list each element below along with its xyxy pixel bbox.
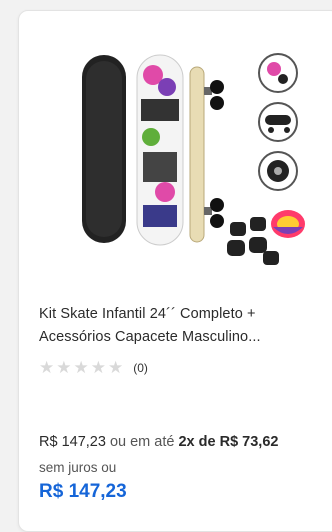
product-title-line-1: Kit Skate Infantil 24´´ Completo + bbox=[39, 306, 256, 322]
skateboard-top-image bbox=[136, 54, 184, 246]
star-icon: ★ bbox=[56, 358, 72, 377]
helmet-image bbox=[271, 210, 305, 238]
star-icon: ★ bbox=[73, 358, 89, 377]
cash-price: R$ 147,23 bbox=[39, 481, 127, 502]
skateboard-bottom-image bbox=[82, 55, 126, 243]
installment-suffix: sem juros ou bbox=[39, 460, 117, 475]
installment-price-line: R$ 147,23 ou em até 2x de R$ 73,62 bbox=[39, 434, 278, 450]
star-icon: ★ bbox=[39, 358, 55, 377]
price: R$ 147,23 bbox=[39, 434, 106, 450]
skateboard-side-image bbox=[189, 66, 224, 243]
product-rating: ★ ★ ★ ★ ★ (0) bbox=[39, 359, 148, 376]
detail-thumbnails bbox=[258, 53, 298, 191]
product-image[interactable] bbox=[67, 27, 305, 277]
installment-value: 2x de R$ 73,62 bbox=[178, 434, 279, 450]
star-icon: ★ bbox=[90, 358, 106, 377]
product-card[interactable]: Kit Skate Infantil 24´´ Completo + Acess… bbox=[18, 10, 332, 532]
product-title[interactable]: Kit Skate Infantil 24´´ Completo + Acess… bbox=[39, 303, 329, 349]
installment-text: ou em até bbox=[109, 434, 175, 450]
product-title-line-2: Acessórios Capacete Masculino... bbox=[39, 329, 261, 345]
star-icon: ★ bbox=[108, 358, 124, 377]
rating-count: (0) bbox=[133, 360, 148, 375]
